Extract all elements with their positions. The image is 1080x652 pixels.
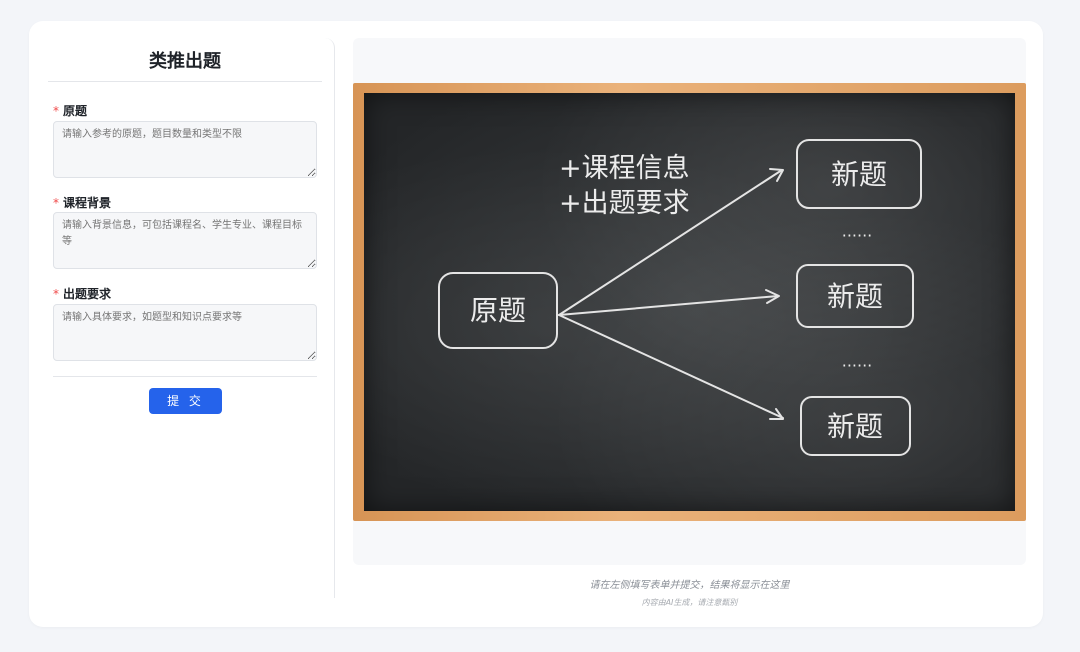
result-placeholder-hint: 请在左侧填写表单并提交，结果将显示在这里 (589, 580, 790, 591)
ellipsis-lower: ······ (842, 356, 873, 375)
form-title: 类推出题 (149, 51, 221, 72)
field-label-course-background: * 课程背景 (53, 194, 111, 211)
required-mark: * (53, 196, 59, 210)
source-label: 原题 (470, 294, 526, 327)
field-label-text: 课程背景 (63, 196, 112, 210)
field-label-original-question: * 原题 (53, 102, 87, 119)
field-label-text: 原题 (63, 104, 88, 118)
title-divider (48, 81, 322, 82)
arrow-head-top (769, 168, 784, 182)
annotation-line-1: +课程信息 (559, 153, 690, 184)
field-label-text: 出题要求 (63, 287, 112, 301)
form-divider (53, 376, 317, 377)
target-label-middle: 新题 (827, 280, 883, 313)
ai-disclaimer: 内容由AI生成，请注意甄别 (641, 598, 738, 607)
field-label-question-requirements: * 出题要求 (53, 285, 111, 302)
ellipsis-upper: ······ (842, 226, 873, 245)
original-question-input[interactable] (53, 121, 317, 178)
annotation-line-2: +出题要求 (559, 188, 690, 219)
submit-button[interactable]: 提 交 (149, 388, 222, 414)
required-mark: * (53, 287, 59, 301)
form-panel: 类推出题 * 原题 * 课程背景 * 出题要求 提 交 (48, 38, 335, 598)
question-requirements-input[interactable] (53, 304, 317, 361)
required-mark: * (53, 104, 59, 118)
target-label-bottom: 新题 (827, 410, 883, 443)
result-panel: 原题 新题 新题 新题 +课程信息 +出题要求 ······ ······ (353, 38, 1026, 565)
arrow-bottom (558, 314, 784, 419)
arrow-middle (558, 295, 779, 316)
course-background-input[interactable] (53, 212, 317, 269)
blackboard-illustration: 原题 新题 新题 新题 +课程信息 +出题要求 ······ ······ (364, 93, 1015, 511)
blackboard-frame: 原题 新题 新题 新题 +课程信息 +出题要求 ······ ······ (353, 83, 1026, 521)
target-label-top: 新题 (831, 158, 887, 191)
blackboard-drawing: 原题 新题 新题 新题 +课程信息 +出题要求 ······ ······ (438, 139, 922, 456)
